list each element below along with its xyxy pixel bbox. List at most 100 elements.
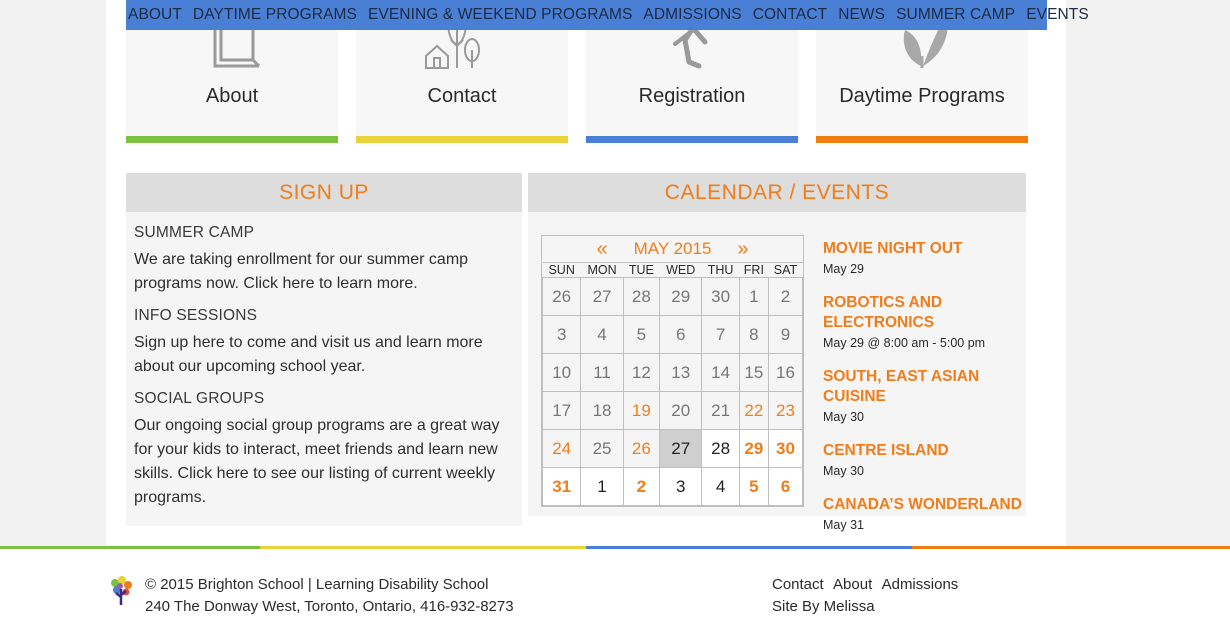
event-date: May 29 @ 8:00 am - 5:00 pm [823,336,986,350]
event-title[interactable]: MOVIE NIGHT OUT [823,239,1023,259]
calendar-day: 12 [622,353,661,392]
calendar-day[interactable]: 5 [738,467,769,506]
calendar-day[interactable]: 2 [622,467,661,506]
signup-title: SIGN UP [126,173,522,212]
event-title[interactable]: ROBOTICS AND ELECTRONICS [823,293,1023,333]
event-item: ROBOTICS AND ELECTRONICS May 29 @ 8:00 am… [823,293,1023,350]
info-sessions-heading: INFO SESSIONS [134,307,258,324]
footer-copyright: © 2015 Brighton School | Learning Disabi… [145,576,489,593]
calendar-day: 16 [767,353,804,392]
footer-link-admissions[interactable]: Admissions [882,576,959,593]
event-item: SOUTH, EAST ASIAN CUISINE May 30 [823,367,1023,424]
event-item: MOVIE NIGHT OUT May 29 [823,239,1023,276]
calendar-day: 21 [701,391,740,430]
calendar-day: 18 [580,391,624,430]
calendar-day: 25 [580,429,624,468]
event-date: May 30 [823,410,864,424]
calendar-day: 7 [701,315,740,354]
calendar-day[interactable]: 30 [767,429,804,468]
calendar-day[interactable]: 6 [767,467,804,506]
weekday-header: MON [580,262,624,278]
footer: © 2015 Brighton School | Learning Disabi… [0,549,1230,638]
calendar-day: 5 [622,315,661,354]
calendar-widget: « MAY 2015 » SUN MON TUE WED THU FRI SAT 26 27 2… [541,235,804,507]
calendar-day[interactable]: 31 [541,467,582,506]
weekday-header: THU [701,262,740,278]
event-date: May 31 [823,518,864,532]
summer-camp-text[interactable]: We are taking enrollment for our summer … [134,248,514,296]
calendar-day: 28 [622,277,661,316]
event-date: May 30 [823,464,864,478]
nav-item-evening-weekend-programs[interactable]: EVENING & WEEKEND PROGRAMS [368,6,632,24]
nav-item-events[interactable]: EVENTS [1026,6,1089,24]
calendar-day: 4 [701,467,740,506]
calendar-day: 27 [580,277,624,316]
main-nav: ABOUT DAYTIME PROGRAMS EVENING & WEEKEND… [126,0,1089,30]
calendar-caption: « MAY 2015 » [542,236,803,262]
event-date: May 29 [823,262,864,276]
event-title[interactable]: CENTRE ISLAND [823,441,1023,461]
weekday-header: WED [659,262,702,278]
footer-info: © 2015 Brighton School | Learning Disabi… [145,574,514,618]
weekday-header: SUN [542,262,581,278]
nav-item-contact[interactable]: CONTACT [753,6,827,24]
event-title[interactable]: SOUTH, EAST ASIAN CUISINE [823,367,1023,407]
calendar-day[interactable]: 19 [622,391,661,430]
nav-item-about[interactable]: ABOUT [128,6,182,24]
calendar-grid: SUN MON TUE WED THU FRI SAT 26 27 28 29 30 1 2 3 4 5 6 7 8… [541,262,804,506]
weekday-header: SAT [768,262,803,278]
calendar-day[interactable]: 22 [738,391,769,430]
prev-month-button[interactable]: « [596,238,607,261]
calendar-day: 4 [580,315,624,354]
calendar-day: 8 [738,315,769,354]
tile-color-bar [586,136,798,143]
tile-label: Contact [427,85,497,107]
calendar-day: 11 [580,353,624,392]
tile-color-bar [126,136,338,143]
footer-links: Contact About Admissions Site By Melissa [772,574,964,618]
calendar-day: 3 [541,315,582,354]
footer-link-about[interactable]: About [833,576,872,593]
footer-link-contact[interactable]: Contact [772,576,824,593]
footer-address: 240 The Donway West, Toronto, Ontario, 4… [145,598,514,615]
calendar-day: 13 [659,353,703,392]
nav-item-summer-camp[interactable]: SUMMER CAMP [896,6,1015,24]
footer-credit[interactable]: Site By Melissa [772,596,964,618]
calendar-day[interactable]: 26 [622,429,661,468]
calendar-day: 20 [659,391,703,430]
tile-label: Registration [638,85,746,107]
calendar-title: CALENDAR / EVENTS [528,173,1026,212]
calendar-day: 3 [659,467,703,506]
calendar-day: 14 [701,353,740,392]
nav-item-news[interactable]: NEWS [838,6,885,24]
calendar-day: 17 [541,391,582,430]
calendar-day: 10 [541,353,582,392]
calendar-day: 1 [738,277,769,316]
calendar-day: 28 [701,429,740,468]
tile-color-bar [356,136,568,143]
signup-panel: SIGN UP SUMMER CAMP We are taking enroll… [126,173,522,526]
events-list: MOVIE NIGHT OUT May 29 ROBOTICS AND ELECTR… [823,239,1023,549]
calendar-day: 15 [738,353,769,392]
nav-item-admissions[interactable]: ADMISSIONS [643,6,741,24]
calendar-day: 9 [767,315,804,354]
tile-label: About [205,85,259,107]
event-item: CANADA’S WONDERLAND May 31 [823,495,1023,532]
next-month-button[interactable]: » [737,238,748,261]
calendar-day[interactable]: 29 [738,429,769,468]
calendar-day[interactable]: 24 [541,429,582,468]
event-item: CENTRE ISLAND May 30 [823,441,1023,478]
info-sessions-text[interactable]: Sign up here to come and visit us and le… [134,331,514,379]
social-groups-text[interactable]: Our ongoing social group programs are a … [134,414,514,510]
calendar-day: 29 [659,277,703,316]
nav-item-daytime-programs[interactable]: DAYTIME PROGRAMS [193,6,357,24]
calendar-day: 6 [659,315,703,354]
event-title[interactable]: CANADA’S WONDERLAND [823,495,1023,515]
social-groups-heading: SOCIAL GROUPS [134,390,265,407]
calendar-day[interactable]: 23 [767,391,804,430]
weekday-header: TUE [623,262,660,278]
calendar-day: 1 [580,467,624,506]
calendar-day: 30 [701,277,740,316]
weekday-header: FRI [739,262,769,278]
tile-color-bar [816,136,1028,143]
